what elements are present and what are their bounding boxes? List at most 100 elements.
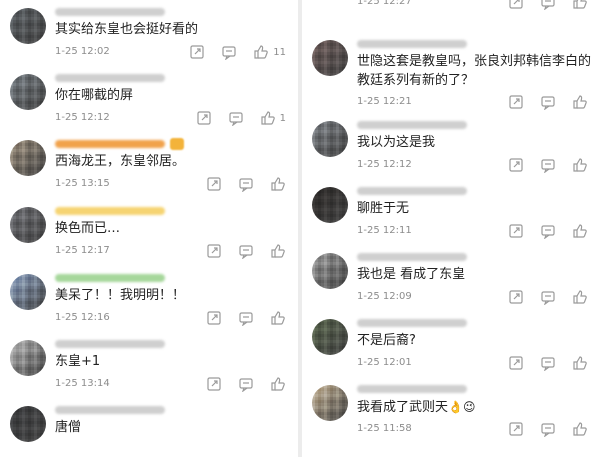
comment-item: 我也是 看成了东皇 1-25 12:09 [302, 245, 600, 310]
comment-icon[interactable] [238, 176, 254, 192]
avatar[interactable] [10, 8, 46, 44]
thumbs-up-icon[interactable] [572, 223, 588, 239]
comment-actions: 11 [189, 44, 286, 60]
comment-text: 西海龙王，东皇邻居。 [55, 154, 186, 169]
thumbs-up-icon[interactable] [270, 243, 286, 259]
username-blurred[interactable] [55, 140, 165, 148]
comment-icon[interactable] [540, 94, 556, 110]
username-blurred[interactable] [357, 40, 467, 48]
comment-text: 你在哪截的屏 [55, 88, 134, 103]
comment-actions [206, 243, 286, 259]
comment-time: 1-25 12:01 [357, 357, 412, 368]
comment-actions: 1 [196, 110, 286, 126]
comment-actions [508, 421, 588, 437]
username-blurred[interactable] [357, 121, 467, 129]
share-icon[interactable] [206, 176, 222, 192]
avatar[interactable] [10, 140, 46, 176]
avatar[interactable] [10, 340, 46, 376]
comment-item: 美呆了！！我明明！！ 1-25 12:16 [0, 266, 298, 331]
username-blurred[interactable] [55, 74, 165, 82]
share-icon[interactable] [508, 421, 524, 437]
avatar[interactable] [312, 253, 348, 289]
username-blurred[interactable] [55, 340, 165, 348]
username-blurred[interactable] [55, 8, 165, 16]
comment-actions [508, 289, 588, 305]
comment-icon[interactable] [540, 157, 556, 173]
share-icon[interactable] [508, 0, 524, 10]
comment-actions [508, 355, 588, 371]
avatar[interactable] [312, 385, 348, 421]
comment-icon[interactable] [238, 310, 254, 326]
username-blurred[interactable] [357, 253, 467, 261]
comment-actions [508, 0, 588, 10]
comment-text: 聊胜于无 [357, 201, 410, 216]
comment-icon[interactable] [540, 0, 556, 10]
comment-item: 不是后裔? 1-25 12:01 [302, 311, 600, 376]
comment-time: 1-25 11:58 [357, 423, 412, 434]
username-blurred[interactable] [55, 207, 165, 215]
username-blurred[interactable] [55, 406, 165, 414]
share-icon[interactable] [508, 289, 524, 305]
comment-time: 1-25 12:17 [55, 245, 110, 256]
share-icon[interactable] [508, 94, 524, 110]
comment-actions [206, 176, 286, 192]
comment-item: 我看成了武则天👌😉 1-25 11:58 [302, 377, 600, 442]
avatar[interactable] [312, 121, 348, 157]
avatar[interactable] [312, 319, 348, 355]
comment-icon[interactable] [540, 421, 556, 437]
avatar[interactable] [312, 187, 348, 223]
share-icon[interactable] [196, 110, 212, 126]
thumbs-up-icon[interactable] [270, 176, 286, 192]
share-icon[interactable] [206, 310, 222, 326]
comment-text: 不是后裔? [357, 333, 416, 348]
username-blurred[interactable] [357, 187, 467, 195]
share-icon[interactable] [206, 243, 222, 259]
comment-icon[interactable] [221, 44, 237, 60]
username-blurred[interactable] [357, 319, 467, 327]
comment-icon[interactable] [540, 355, 556, 371]
comment-time: 1-25 12:12 [55, 112, 110, 123]
avatar[interactable] [10, 274, 46, 310]
comment-time: 1-25 12:09 [357, 291, 412, 302]
comment-item: 世隐这套是教皇吗，张良刘邦韩信李白的教廷系列有新的了？ 1-25 12:21 [302, 32, 600, 110]
comment-icon[interactable] [540, 223, 556, 239]
comment-item: 我以为这是我 1-25 12:12 [302, 113, 600, 178]
thumbs-up-icon[interactable] [270, 310, 286, 326]
share-icon[interactable] [206, 376, 222, 392]
comment-icon[interactable] [540, 289, 556, 305]
like-count: 1 [279, 112, 286, 124]
share-icon[interactable] [189, 44, 205, 60]
avatar[interactable] [10, 74, 46, 110]
thumbs-up-icon[interactable] [572, 289, 588, 305]
comment-actions [206, 310, 286, 326]
username-blurred[interactable] [55, 274, 165, 282]
comment-item: 其实给东皇也会挺好看的 1-25 12:02 11 [0, 0, 298, 65]
avatar[interactable] [10, 207, 46, 243]
thumbs-up-icon[interactable] [572, 157, 588, 173]
thumbs-up-icon[interactable] [572, 421, 588, 437]
share-icon[interactable] [508, 223, 524, 239]
share-icon[interactable] [508, 355, 524, 371]
thumbs-up-icon[interactable] [270, 376, 286, 392]
comment-text: 换色而已… [55, 221, 121, 236]
comment-item: 你在哪截的屏 1-25 12:12 1 [0, 66, 298, 131]
avatar[interactable] [312, 40, 348, 76]
username-blurred[interactable] [357, 385, 467, 393]
comment-text: 我也是 看成了东皇 [357, 267, 466, 282]
thumbs-up-icon[interactable] [572, 0, 588, 10]
comment-time: 1-25 12:12 [357, 159, 412, 170]
comment-icon[interactable] [238, 243, 254, 259]
comment-text: 美呆了！！我明明！！ [55, 288, 186, 303]
comment-icon[interactable] [228, 110, 244, 126]
thumbs-up-icon[interactable] [572, 355, 588, 371]
like-count: 11 [273, 46, 286, 58]
share-icon[interactable] [508, 157, 524, 173]
avatar[interactable] [10, 406, 46, 442]
thumbs-up-icon[interactable] [260, 110, 276, 126]
comment-item: 东皇+1 1-25 13:14 [0, 332, 298, 397]
comment-icon[interactable] [238, 376, 254, 392]
thumbs-up-icon[interactable] [572, 94, 588, 110]
thumbs-up-icon[interactable] [253, 44, 269, 60]
comment-actions [508, 94, 588, 110]
comment-actions [206, 376, 286, 392]
